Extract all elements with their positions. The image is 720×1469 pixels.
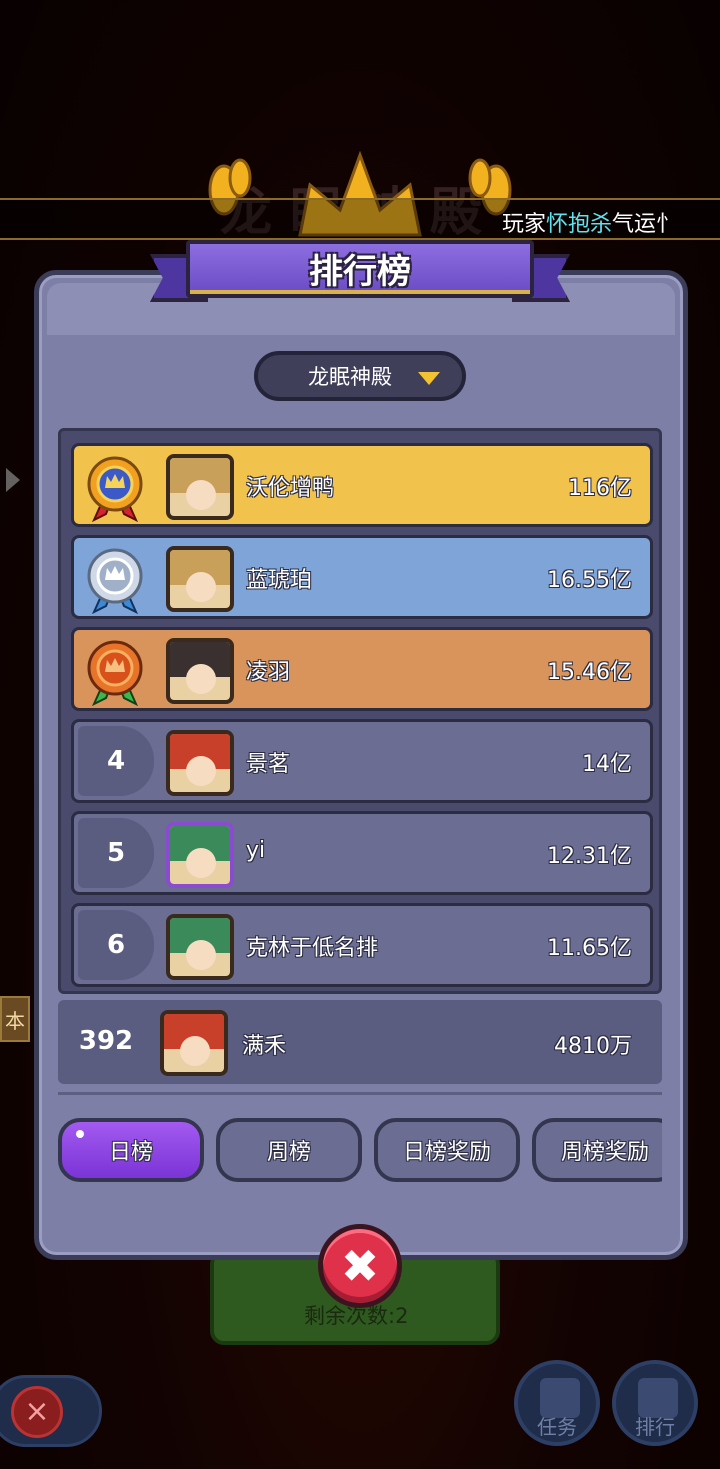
close-button[interactable]: ✖ xyxy=(318,1224,402,1308)
player-score: 12.31亿 xyxy=(547,844,632,869)
my-player-name: 满禾 xyxy=(242,1034,287,1059)
my-rank-number: 392 xyxy=(68,1006,144,1076)
leaderboard-row-3[interactable]: 凌羽 15.46亿 xyxy=(71,627,653,711)
close-icon: ✖ xyxy=(340,1239,380,1293)
background-close-pill: × xyxy=(0,1375,102,1447)
announcement-text: 玩家怀抱杀气运忄 xyxy=(502,206,678,238)
avatar-face xyxy=(186,848,216,878)
leaderboard-row-2[interactable]: 蓝琥珀 16.55亿 xyxy=(71,535,653,619)
rank-number: 4 xyxy=(78,726,154,796)
announcement-bar: 玩家怀抱杀气运忄 xyxy=(0,198,720,240)
chevron-down-icon xyxy=(418,372,440,385)
avatar xyxy=(166,822,234,888)
rank-label: 排行 xyxy=(635,1415,675,1439)
close-icon: × xyxy=(11,1386,63,1438)
tab-daily[interactable]: 日榜 xyxy=(58,1118,204,1182)
side-tab-label: 本 xyxy=(5,1008,25,1033)
announcement-suffix: 气运忄 xyxy=(612,212,679,237)
leaderboard-row-1[interactable]: 沃伦增鸭 116亿 xyxy=(71,443,653,527)
dungeon-select-value: 龙眠神殿 xyxy=(308,365,392,389)
player-name: 沃伦增鸭 xyxy=(246,476,335,501)
announcement-prefix: 玩家 xyxy=(502,212,547,237)
avatar-face xyxy=(186,756,216,786)
panel-title: 排行榜 xyxy=(309,252,411,292)
leaderboard-row-5[interactable]: 5 yi 12.31亿 xyxy=(71,811,653,895)
side-arrow-icon xyxy=(6,468,20,492)
player-name: 景茗 xyxy=(246,752,291,777)
announcement-player: 怀抱杀 xyxy=(546,212,613,237)
dungeon-select[interactable]: 龙眠神殿 xyxy=(254,351,466,401)
avatar-face xyxy=(186,940,216,970)
tab-daily-rewards[interactable]: 日榜奖励 xyxy=(374,1118,520,1182)
avatar-face xyxy=(186,572,216,602)
avatar xyxy=(166,454,234,520)
player-name: yi xyxy=(246,838,266,863)
player-name: 蓝琥珀 xyxy=(246,568,313,593)
player-score: 116亿 xyxy=(568,476,632,501)
avatar-face xyxy=(186,664,216,694)
rank-number: 6 xyxy=(78,910,154,980)
title-ribbon: 排行榜 xyxy=(150,236,570,310)
gold-medal-icon xyxy=(87,456,143,522)
rank-number: 5 xyxy=(78,818,154,888)
player-score: 15.46亿 xyxy=(547,660,632,685)
bronze-medal-icon xyxy=(87,640,143,706)
divider xyxy=(58,1092,662,1095)
task-button: 任务 xyxy=(514,1360,600,1446)
avatar-face xyxy=(180,1036,210,1066)
my-player-score: 4810万 xyxy=(554,1034,632,1059)
rank-button: 排行 xyxy=(612,1360,698,1446)
side-tab: 本 xyxy=(0,996,30,1042)
avatar xyxy=(166,914,234,980)
leaderboard-row-6[interactable]: 6 克林于低名排 11.65亿 xyxy=(71,903,653,987)
leaderboard-row-4[interactable]: 4 景茗 14亿 xyxy=(71,719,653,803)
silver-medal-icon xyxy=(87,548,143,614)
player-score: 16.55亿 xyxy=(547,568,632,593)
ranking-tabs: 日榜 周榜 日榜奖励 周榜奖励 xyxy=(58,1116,662,1186)
player-name: 克林于低名排 xyxy=(246,936,379,961)
player-score: 11.65亿 xyxy=(547,936,632,961)
my-rank-row: 392 满禾 4810万 xyxy=(58,1000,662,1084)
avatar xyxy=(166,638,234,704)
avatar xyxy=(166,730,234,796)
avatar xyxy=(166,546,234,612)
task-label: 任务 xyxy=(537,1415,577,1439)
tab-weekly-rewards[interactable]: 周榜奖励 xyxy=(532,1118,662,1182)
player-name: 凌羽 xyxy=(246,660,291,685)
avatar-face xyxy=(186,480,216,510)
my-avatar xyxy=(160,1010,228,1076)
tab-weekly[interactable]: 周榜 xyxy=(216,1118,362,1182)
player-score: 14亿 xyxy=(582,752,632,777)
leaderboard-list[interactable]: 沃伦增鸭 116亿 蓝琥珀 16.55亿 凌羽 15.46亿 4 景茗 14亿 … xyxy=(58,428,662,994)
